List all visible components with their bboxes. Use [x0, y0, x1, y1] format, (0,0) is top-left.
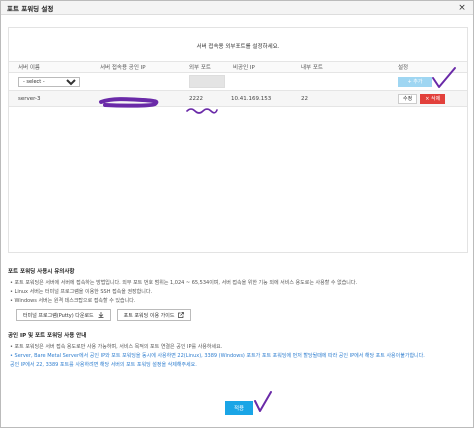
add-row: - select - + 추가: [9, 73, 467, 91]
note-text: 공인 IP에서 22, 3389 포트를 사용하려면 해당 서버의 포트 포워딩…: [10, 362, 197, 368]
note-text: Linux 서버는 터미널 프로그램을 이용한 SSH 접속을 권장합니다.: [14, 289, 153, 295]
note-item: • 포트 포워딩은 서버 접속 용도로만 사용 가능하며, 서비스 목적의 포트…: [10, 344, 223, 350]
notes-section: 포트 포워딩 사용시 유의사항 • 포트 포워딩은 서버에 서버에 접속하는 방…: [8, 267, 468, 370]
guide-label: 포트 포워딩 이용 가이드: [123, 312, 175, 319]
row-actions: 수정 × 삭제: [398, 91, 446, 106]
col-server-name: 서버 이름: [18, 65, 40, 71]
edit-button[interactable]: 수정: [398, 93, 418, 104]
underline-scribble: [186, 108, 218, 114]
checkmark-annotation: [432, 67, 456, 88]
notes-title-1: 포트 포워딩 사용시 유의사항: [8, 269, 75, 275]
notes-title-2: 공인 IP 및 포트 포워딩 사용 안내: [8, 333, 87, 339]
note-text: 포트 포워딩은 서버 접속 용도로만 사용 가능하며, 서비스 목적의 포트 연…: [14, 344, 223, 350]
row-internal-port: 22: [301, 95, 308, 102]
col-private-ip: 비공인 IP: [233, 65, 255, 71]
row-private-ip: 10.41.169.153: [231, 95, 272, 102]
col-internal-port: 내부 포트: [301, 65, 323, 71]
dialog-title: 포트 포워딩 설정: [7, 4, 54, 13]
note-text: 포트 포워딩은 서버에 서버에 접속하는 방법입니다. 외부 포트 번호 범위는…: [14, 280, 358, 286]
note-item-highlight: 공인 IP에서 22, 3389 포트를 사용하려면 해당 서버의 포트 포워딩…: [8, 361, 468, 370]
col-external-port: 외부 포트: [189, 65, 211, 71]
note-text: Server, Bare Metal Server에서 공인 IP와 포트 포워…: [14, 353, 425, 359]
delete-button[interactable]: × 삭제: [420, 93, 446, 104]
row-external-port: 2222: [189, 95, 203, 102]
guide-button[interactable]: 포트 포워딩 이용 가이드: [116, 309, 192, 321]
table-header: 서버 이름 서버 접속용 공인 IP 외부 포트 비공인 IP 내부 포트 설정: [9, 61, 467, 73]
add-button-cell: + 추가: [398, 73, 432, 90]
notes-button-row: 터미널 프로그램(Putty) 다운로드 포트 포워딩 이용 가이드: [16, 309, 468, 321]
dialog-titlebar: 포트 포워딩 설정 ×: [1, 1, 473, 15]
col-settings: 설정: [398, 65, 409, 71]
redaction-scribble: [99, 97, 159, 108]
note-item: • Windows 서버는 원격 데스크탑으로 접속할 수 있습니다.: [10, 298, 136, 304]
download-icon: [98, 312, 104, 318]
row-server-name: server-3: [18, 95, 41, 102]
col-public-ip: 서버 접속용 공인 IP: [100, 65, 146, 71]
port-settings-panel: 서버 접속용 외부포트를 설정하세요. 서버 이름 서버 접속용 공인 IP 외…: [8, 27, 468, 253]
external-port-input[interactable]: [189, 75, 225, 88]
external-port-input-cell: [189, 73, 225, 90]
table-row: server-3 2222 10.41.169.153 22 수정 × 삭제: [9, 91, 467, 107]
putty-download-label: 터미널 프로그램(Putty) 다운로드: [23, 312, 94, 319]
server-select-cell: - select -: [18, 73, 80, 90]
add-button[interactable]: + 추가: [398, 76, 432, 87]
note-text: Windows 서버는 원격 데스크탑으로 접속할 수 있습니다.: [14, 298, 136, 304]
checkmark-annotation: [254, 391, 272, 412]
panel-instruction: 서버 접속용 외부포트를 설정하세요.: [196, 44, 280, 50]
close-icon[interactable]: ×: [457, 3, 467, 13]
note-item-highlight: • Server, Bare Metal Server에서 공인 IP와 포트 …: [10, 353, 425, 359]
note-item: • Linux 서버는 터미널 프로그램을 이용한 SSH 접속을 권장합니다.: [10, 289, 153, 295]
note-item: • 포트 포워딩은 서버에 서버에 접속하는 방법입니다. 외부 포트 번호 범…: [10, 280, 358, 286]
server-select[interactable]: - select -: [18, 76, 80, 87]
port-forwarding-dialog: 포트 포워딩 설정 × 서버 접속용 외부포트를 설정하세요. 서버 이름 서버…: [0, 0, 474, 428]
putty-download-button[interactable]: 터미널 프로그램(Putty) 다운로드: [16, 309, 111, 321]
apply-button[interactable]: 적용: [225, 401, 253, 415]
external-link-icon: [178, 312, 185, 318]
